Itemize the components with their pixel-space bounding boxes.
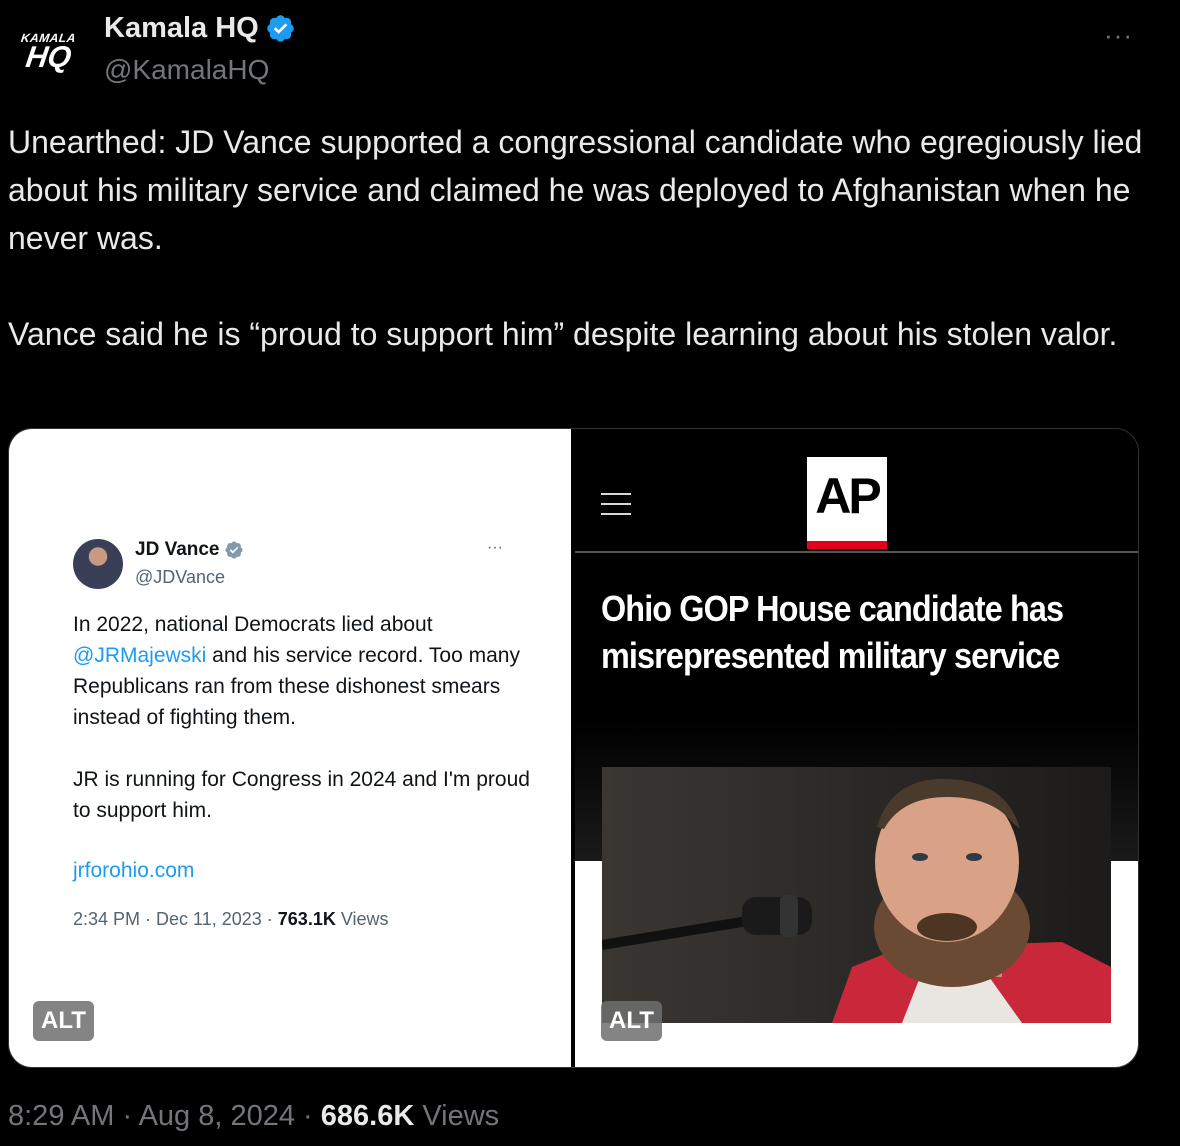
embedded-display-name: JD Vance bbox=[135, 539, 220, 560]
kamala-hq-avatar[interactable]: KAMALA HQ bbox=[10, 14, 86, 90]
embedded-name-row: JD Vance bbox=[135, 539, 244, 561]
embedded-meta-views-count: 763.1K bbox=[277, 909, 336, 929]
embedded-meta: 2:34 PM · Dec 11, 2023 · 763.1K Views bbox=[73, 909, 389, 930]
media-grid: JD Vance @JDVance ··· In 2022, national … bbox=[8, 428, 1139, 1068]
tweet-views-count: 686.6K bbox=[320, 1100, 415, 1132]
alt-badge-right[interactable]: ALT bbox=[601, 1001, 662, 1041]
embedded-text-paragraph2: JR is running for Congress in 2024 and I… bbox=[73, 768, 530, 822]
embedded-text-part1: In 2022, national Democrats lied about bbox=[73, 613, 433, 636]
embedded-handle: @JDVance bbox=[135, 567, 225, 587]
embedded-meta-views-label: Views bbox=[335, 909, 389, 929]
jd-vance-avatar bbox=[73, 539, 123, 589]
avatar-logo-bottom: HQ bbox=[23, 40, 73, 74]
ap-divider bbox=[575, 551, 1138, 553]
alt-badge-left[interactable]: ALT bbox=[33, 1001, 94, 1041]
tweet-text: Unearthed: JD Vance supported a congress… bbox=[8, 124, 1143, 352]
tweet-date[interactable]: Aug 8, 2024 bbox=[139, 1100, 295, 1132]
meta-separator: · bbox=[114, 1100, 139, 1132]
meta-separator: · bbox=[295, 1100, 321, 1132]
tweet-views-label: Views bbox=[414, 1100, 500, 1132]
verified-badge-icon bbox=[266, 15, 294, 42]
embedded-mention: @JRMajewski bbox=[73, 644, 207, 667]
candidate-photo bbox=[602, 767, 1111, 1023]
ap-logo-text: AP bbox=[815, 468, 881, 524]
media-image-jd-vance-tweet[interactable]: JD Vance @JDVance ··· In 2022, national … bbox=[9, 429, 571, 1067]
embedded-meta-time: 2:34 PM · Dec 11, 2023 · bbox=[73, 909, 278, 929]
ap-headline: Ohio GOP House candidate has misrepresen… bbox=[601, 588, 1064, 676]
ap-logo: AP bbox=[807, 457, 887, 549]
embedded-more-icon: ··· bbox=[487, 539, 503, 556]
embedded-verified-icon bbox=[224, 541, 243, 559]
embedded-link: jrforohio.com bbox=[73, 859, 195, 882]
author-name-row: Kamala HQ bbox=[104, 12, 296, 45]
embedded-tweet-text: In 2022, national Democrats lied about @… bbox=[73, 609, 533, 826]
media-image-ap-article[interactable]: AP Ohio GOP House candidate has misrepre… bbox=[575, 429, 1138, 1067]
author-display-name[interactable]: Kamala HQ bbox=[104, 12, 259, 45]
tweet-meta: 8:29 AM · Aug 8, 2024 · 686.6K Views bbox=[8, 1100, 499, 1133]
hamburger-menu-icon bbox=[601, 493, 631, 523]
more-options-icon[interactable]: ··· bbox=[1104, 20, 1133, 51]
author-handle[interactable]: @KamalaHQ bbox=[104, 54, 269, 86]
tweet-time[interactable]: 8:29 AM bbox=[8, 1100, 114, 1132]
